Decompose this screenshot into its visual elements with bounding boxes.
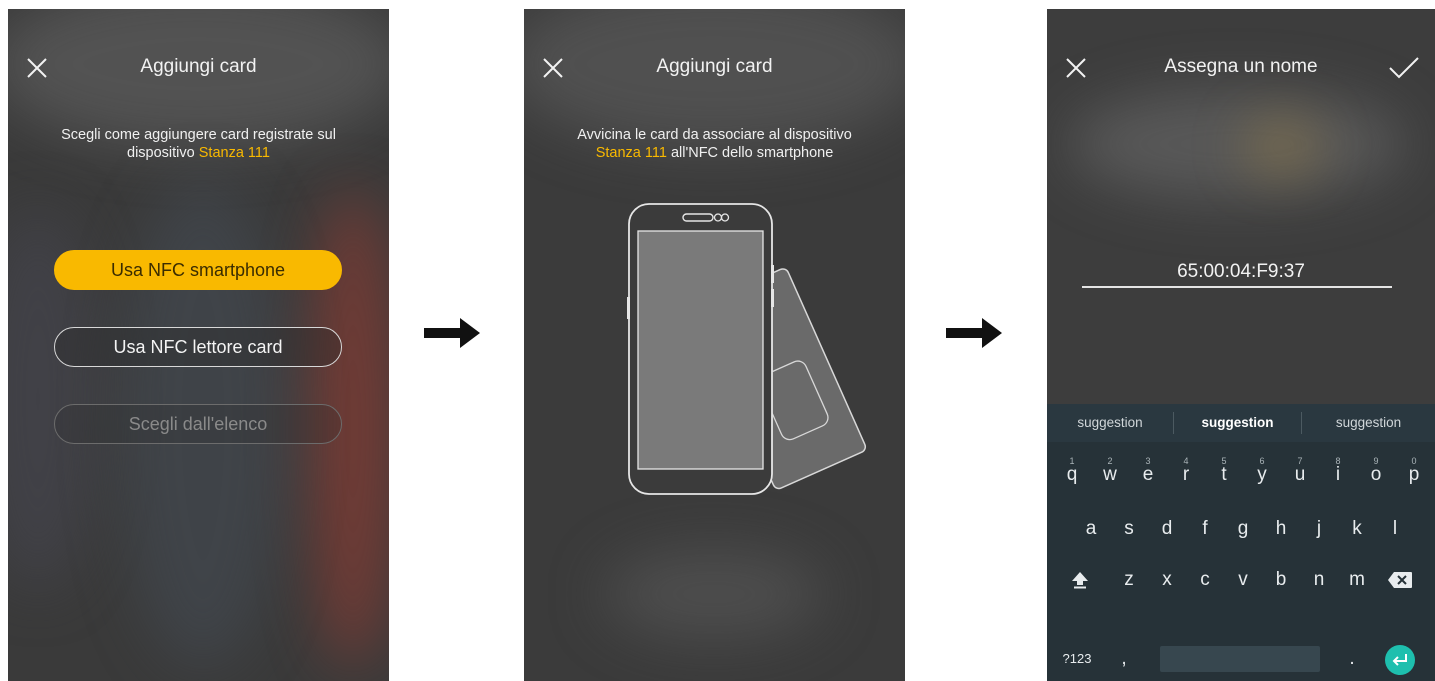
key-b[interactable]: b <box>1262 559 1300 601</box>
screen-add-card-method: Aggiungi card Scegli come aggiungere car… <box>8 9 389 681</box>
use-nfc-smartphone-button[interactable]: Usa NFC smartphone <box>54 250 342 290</box>
confirm-check-icon[interactable] <box>1387 53 1421 83</box>
enter-icon <box>1392 654 1407 666</box>
key-h[interactable]: h <box>1262 508 1300 550</box>
key-k[interactable]: k <box>1338 508 1376 550</box>
key-r[interactable]: 4r <box>1167 454 1205 496</box>
key-i[interactable]: 8i <box>1319 454 1357 496</box>
key-n[interactable]: n <box>1300 559 1338 601</box>
key-j[interactable]: j <box>1300 508 1338 550</box>
screen-nfc-smartphone: Aggiungi card Avvicina le card da associ… <box>524 9 905 681</box>
choose-from-list-button: Scegli dall'elenco <box>54 404 342 444</box>
phone-nfc-card-icon <box>627 203 867 495</box>
key-c[interactable]: c <box>1186 559 1224 601</box>
key-z[interactable]: z <box>1110 559 1148 601</box>
comma-key[interactable]: , <box>1105 638 1143 680</box>
key-e[interactable]: 3e <box>1129 454 1167 496</box>
input-underline <box>1082 286 1392 288</box>
arrow-right-icon <box>424 318 480 348</box>
arrow-right-icon <box>946 318 1002 348</box>
key-m[interactable]: m <box>1338 559 1376 601</box>
key-o[interactable]: 9o <box>1357 454 1395 496</box>
suggestion-item[interactable]: suggestion <box>1047 404 1173 442</box>
device-name: Stanza 111 <box>595 145 667 161</box>
screen-assign-name: Assegna un nome 65:00:04:F9:37 suggestio… <box>1047 9 1435 681</box>
card-name-input[interactable]: 65:00:04:F9:37 <box>1047 261 1435 283</box>
key-s[interactable]: s <box>1110 508 1148 550</box>
shift-icon <box>1072 571 1088 589</box>
shift-key[interactable] <box>1061 559 1099 601</box>
period-key[interactable]: . <box>1333 638 1371 680</box>
backspace-icon <box>1388 571 1412 588</box>
suggestion-bar: suggestion suggestion suggestion <box>1047 404 1435 442</box>
key-a[interactable]: a <box>1072 508 1110 550</box>
page-title: Aggiungi card <box>140 56 257 77</box>
suggestion-item[interactable]: suggestion <box>1174 404 1301 442</box>
key-x[interactable]: x <box>1148 559 1186 601</box>
backspace-key[interactable] <box>1381 559 1419 601</box>
key-v[interactable]: v <box>1224 559 1262 601</box>
key-d[interactable]: d <box>1148 508 1186 550</box>
key-q[interactable]: 1q <box>1053 454 1091 496</box>
key-f[interactable]: f <box>1186 508 1224 550</box>
key-p[interactable]: 0p <box>1395 454 1433 496</box>
device-name: Stanza 111 <box>198 145 270 161</box>
enter-key[interactable] <box>1385 645 1415 675</box>
keyboard: 1q 2w 3e 4r 5t 6y 7u 8i 9o 0p a s d f g … <box>1047 442 1435 681</box>
key-l[interactable]: l <box>1376 508 1414 550</box>
symbols-key[interactable]: ?123 <box>1055 638 1099 680</box>
nfc-description: Avvicina le card da associare al disposi… <box>577 127 852 161</box>
key-w[interactable]: 2w <box>1091 454 1129 496</box>
key-y[interactable]: 6y <box>1243 454 1281 496</box>
space-key[interactable] <box>1160 646 1320 672</box>
page-title: Aggiungi card <box>656 56 773 77</box>
page-title: Assegna un nome <box>1164 56 1318 77</box>
method-description: Scegli come aggiungere card registrate s… <box>61 127 336 161</box>
use-nfc-reader-button[interactable]: Usa NFC lettore card <box>54 327 342 367</box>
key-g[interactable]: g <box>1224 508 1262 550</box>
key-u[interactable]: 7u <box>1281 454 1319 496</box>
suggestion-item[interactable]: suggestion <box>1302 404 1435 442</box>
key-t[interactable]: 5t <box>1205 454 1243 496</box>
